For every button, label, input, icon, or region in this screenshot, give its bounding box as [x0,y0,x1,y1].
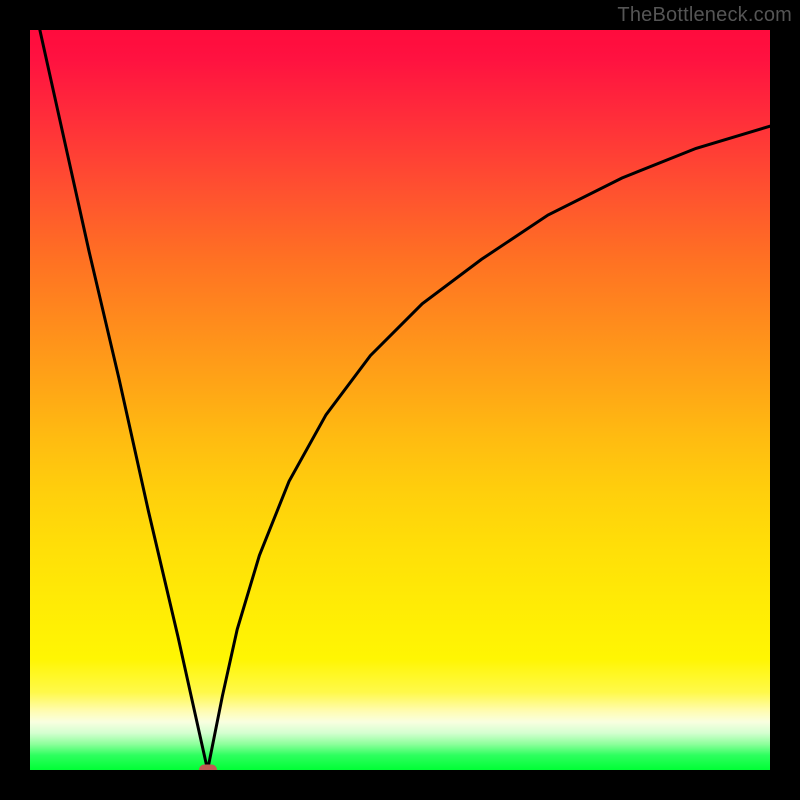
watermark-text: TheBottleneck.com [617,4,792,27]
plot-area [30,30,770,770]
curve-path [30,30,770,770]
curve-svg [30,30,770,770]
chart-frame: TheBottleneck.com [0,0,800,800]
minimum-marker [199,765,217,771]
